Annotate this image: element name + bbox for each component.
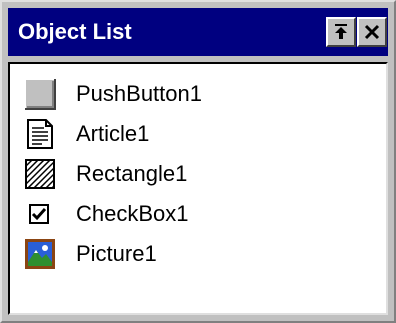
window-title: Object List [18,19,132,44]
list-item-label: Rectangle1 [76,161,188,186]
list-item[interactable]: Article1 [24,114,364,154]
pushbutton-icon [24,78,56,110]
checkbox-icon [29,204,49,224]
title-bar[interactable]: Object List [8,8,388,56]
list-item-label: Picture1 [76,241,157,266]
list-item[interactable]: CheckBox1 [24,194,364,234]
close-icon [364,24,380,40]
list-item[interactable]: Picture1 [24,234,364,274]
list-item-label: Article1 [76,121,150,146]
object-list[interactable]: PushButton1 Article1 Rectangle1 CheckBox… [8,62,388,315]
list-item-label: PushButton1 [76,81,202,106]
object-list-window: Object List PushButton1 Article1 Rectang… [0,0,396,323]
rectangle-icon [25,159,55,189]
pin-icon [335,24,347,39]
article-icon [27,119,53,149]
list-item[interactable]: Rectangle1 [24,154,364,194]
picture-icon [25,239,55,269]
pin-button[interactable] [326,17,356,47]
list-item-label: CheckBox1 [76,201,189,226]
close-button[interactable] [357,17,387,47]
list-item[interactable]: PushButton1 [24,74,364,114]
